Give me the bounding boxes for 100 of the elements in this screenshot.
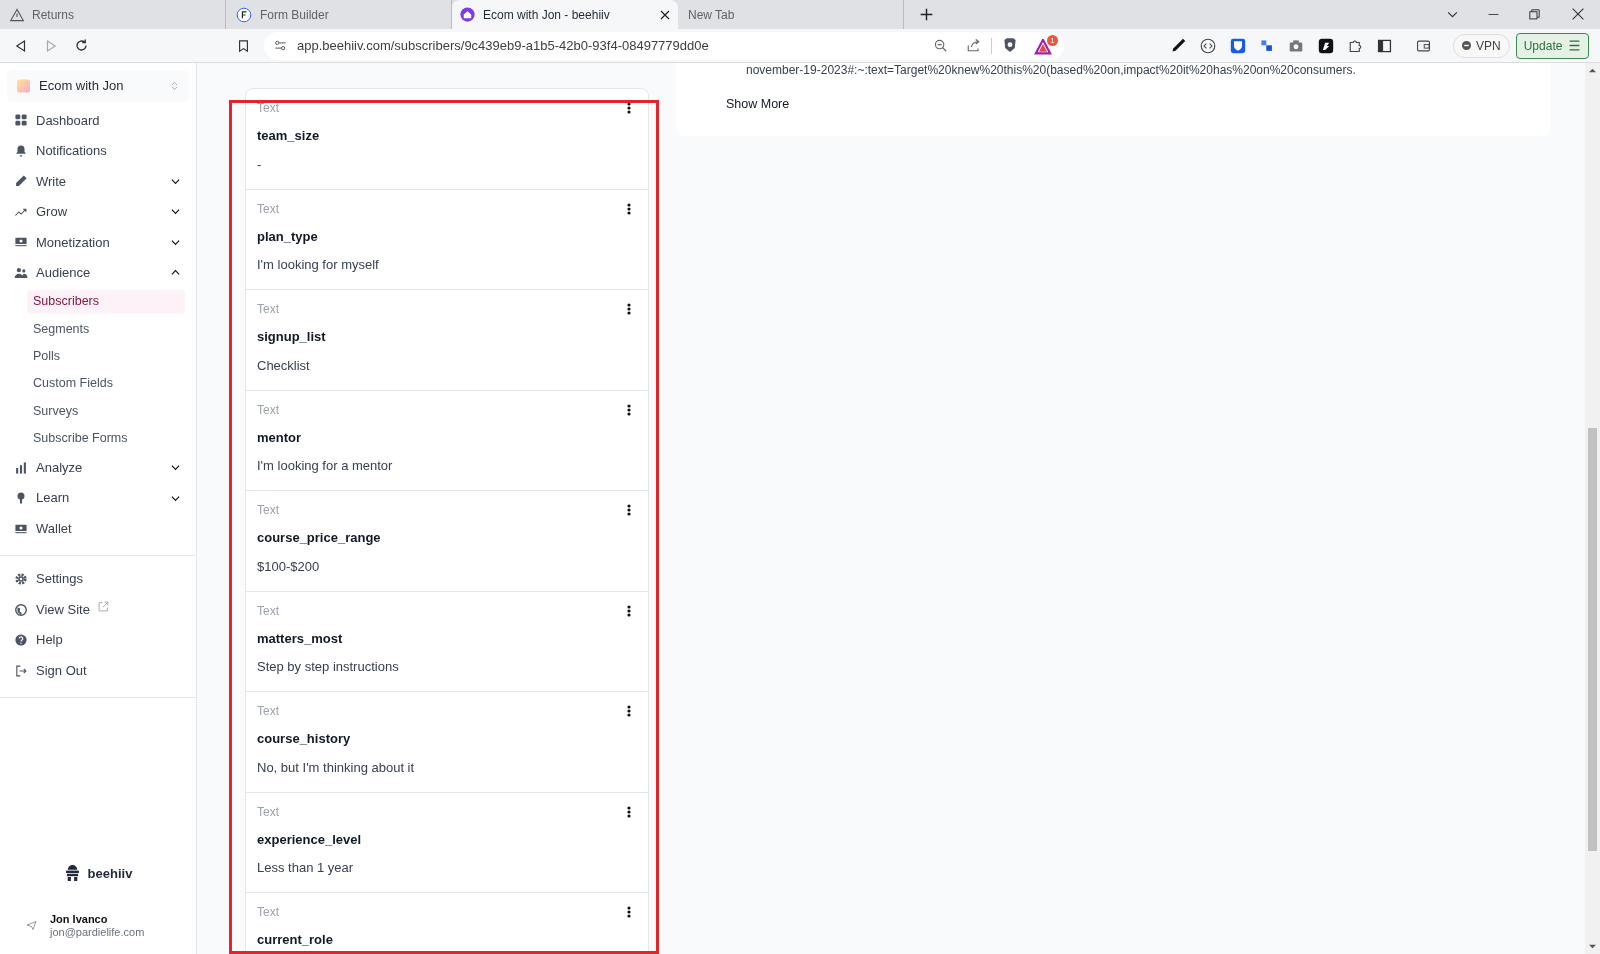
zoom-out-icon[interactable] (934, 38, 948, 53)
sidebar-icon[interactable] (1377, 38, 1392, 53)
bookmark-icon[interactable] (237, 38, 250, 53)
field-name: course_history (257, 730, 352, 748)
field-type: Text (257, 703, 279, 720)
pencil-icon (14, 174, 28, 189)
letter-icon (236, 6, 252, 23)
more-options-icon[interactable] (627, 102, 631, 114)
subnav-item[interactable]: Custom Fields (27, 371, 185, 396)
field-value: I'm looking for a mentor (257, 457, 394, 475)
field-type: Text (257, 602, 279, 620)
hive-logo-icon (63, 865, 81, 882)
brand-name: beehiiv (87, 864, 133, 883)
squares-icon[interactable] (1260, 38, 1274, 53)
update-button[interactable]: Update (1515, 32, 1590, 59)
app-icon[interactable] (1318, 37, 1334, 54)
warning-icon (10, 7, 24, 22)
vpn-button[interactable]: VPN (1453, 33, 1510, 58)
scroll-up-icon (1589, 68, 1596, 73)
minus-circle-icon (1462, 41, 1471, 50)
nav-item[interactable]: Grow (0, 196, 196, 227)
more-options-icon[interactable] (627, 705, 631, 717)
field-name: matters_most (257, 629, 344, 648)
shield-icon[interactable] (1230, 37, 1246, 54)
puzzle-icon[interactable] (1348, 38, 1363, 53)
close-icon[interactable] (1572, 8, 1584, 20)
user-email: jon@pardielife.com (50, 926, 145, 939)
nav-item[interactable]: Notifications (0, 135, 196, 166)
users-icon (14, 265, 28, 280)
nav-item[interactable]: Write (0, 166, 196, 197)
more-options-icon[interactable] (627, 504, 631, 516)
nav-item[interactable]: Settings (0, 563, 196, 595)
field-value: Step by step instructions (257, 658, 400, 676)
link-text[interactable]: november-19-2023#:~:text=Target%20knew%20this%20(based%20on,impact%20it%20has%20on%20consumers. (746, 63, 1550, 77)
field-value: No, but I'm thinking about it (257, 758, 416, 777)
field-type: Text (257, 803, 279, 821)
back-icon[interactable] (14, 38, 28, 53)
field-value: Checklist (257, 356, 311, 375)
nav-item[interactable]: Wallet (0, 513, 196, 544)
subnav-item[interactable]: Subscribers (27, 289, 185, 314)
subnav-item[interactable]: Subscribe Forms (27, 426, 185, 451)
field-name: plan_type (257, 227, 319, 246)
notification-badge: 1 (1047, 34, 1058, 46)
help-icon (14, 633, 28, 647)
nav-item[interactable]: Monetization (0, 227, 196, 258)
settings-icon (14, 572, 28, 586)
nav-item[interactable]: Help (0, 624, 196, 656)
up-down-chevron-icon (170, 80, 179, 92)
more-options-icon[interactable] (627, 303, 631, 315)
camera-icon[interactable] (1288, 38, 1304, 53)
nav-item[interactable]: Sign Out (0, 655, 196, 686)
workspace-switcher[interactable]: Ecom with Jon (7, 70, 189, 102)
field-value: $100-$200 (257, 557, 321, 576)
field-name: current_role (257, 931, 334, 949)
scroll-down-icon (1589, 944, 1596, 949)
more-options-icon[interactable] (627, 202, 631, 215)
workspace-logo-icon (17, 79, 30, 93)
wallet-icon[interactable] (1416, 38, 1431, 53)
field-value: I'm looking for myself (257, 256, 380, 274)
triangle-icon[interactable] (1034, 38, 1052, 55)
close-icon[interactable] (660, 9, 670, 20)
code-icon[interactable] (1200, 37, 1216, 54)
home-icon (460, 7, 475, 22)
site-settings-icon (274, 39, 287, 52)
subnav-item[interactable]: Surveys (27, 399, 185, 424)
share-icon[interactable] (966, 38, 981, 53)
field-type: Text (257, 502, 279, 519)
field-value: Less than 1 year (257, 859, 355, 877)
show-more-button[interactable]: Show More (726, 95, 790, 114)
menu-icon (1568, 40, 1582, 51)
more-options-icon[interactable] (627, 906, 631, 918)
address-bar[interactable]: app.beehiiv.com/subscribers/9c439eb9-a1b5-42b0-93f4-08497779dd0e 1 (264, 31, 1064, 60)
field-type: Text (257, 100, 279, 117)
field-type: Text (257, 301, 279, 318)
subnav-item[interactable]: Segments (27, 317, 185, 342)
more-options-icon[interactable] (627, 403, 631, 416)
field-type: Text (257, 904, 279, 921)
nav-item[interactable]: Learn (0, 482, 196, 514)
pen-icon[interactable] (1171, 38, 1186, 53)
reload-icon[interactable] (74, 38, 89, 53)
subnav-item[interactable]: Polls (27, 344, 185, 369)
more-options-icon[interactable] (627, 604, 631, 617)
grid-icon (14, 113, 28, 128)
more-options-icon[interactable] (627, 805, 631, 818)
field-name: course_price_range (257, 529, 382, 547)
chevron-down-icon[interactable] (1447, 9, 1458, 20)
nav-item[interactable]: Dashboard (0, 105, 196, 136)
globe-icon (14, 602, 28, 617)
new-tab-icon[interactable] (920, 8, 933, 21)
field-name: signup_list (257, 328, 327, 346)
scrollbar[interactable] (1585, 63, 1600, 954)
browser-tab[interactable]: Ecom with Jon - beehiiv (452, 0, 678, 29)
nav-item[interactable]: View Site (0, 594, 196, 625)
field-name: team_size (257, 127, 321, 145)
nav-item[interactable]: Analyze (0, 452, 196, 483)
nav-item[interactable]: Audience (0, 257, 196, 288)
field-type: Text (257, 200, 279, 218)
restore-icon[interactable] (1529, 9, 1540, 20)
bar-chart-icon (14, 460, 28, 475)
field-name: mentor (257, 428, 303, 447)
